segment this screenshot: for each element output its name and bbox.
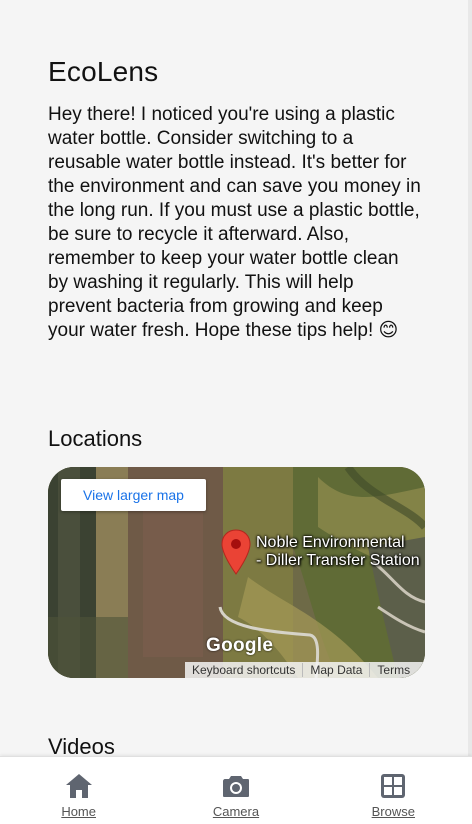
videos-heading: Videos: [48, 734, 115, 756]
place-name-line1: Noble Environmental: [256, 534, 405, 551]
main-content: EcoLens Hey there! I noticed you're usin…: [0, 0, 472, 756]
camera-icon: [222, 776, 249, 797]
google-logo: Google: [206, 635, 274, 656]
map-attribution-bar: Keyboard shortcuts Map Data Terms: [185, 662, 425, 678]
nav-home[interactable]: Home: [29, 757, 129, 819]
home-icon: [65, 774, 92, 798]
tip-text: Hey there! I noticed you're using a plas…: [48, 104, 421, 341]
scroll-edge: [468, 0, 472, 756]
keyboard-shortcuts-link[interactable]: Keyboard shortcuts: [185, 663, 304, 677]
locations-heading: Locations: [48, 426, 143, 451]
place-name-line2: - Diller Transfer Station: [256, 552, 420, 569]
map-pin-icon[interactable]: [221, 529, 251, 575]
browse-grid-icon: [381, 774, 406, 798]
place-label[interactable]: Noble Environmental - Diller Transfer St…: [256, 534, 420, 570]
nav-browse-label: Browse: [371, 804, 415, 819]
bottom-navigation: Home Camera Browse: [0, 756, 472, 824]
terms-link[interactable]: Terms: [370, 663, 417, 677]
app-title: EcoLens: [48, 56, 159, 87]
nav-browse[interactable]: Browse: [343, 757, 443, 819]
nav-home-label: Home: [61, 804, 96, 819]
embedded-map[interactable]: View larger map Noble Environmental - Di…: [48, 467, 425, 678]
view-larger-map-link[interactable]: View larger map: [61, 479, 206, 511]
nav-camera[interactable]: Camera: [186, 757, 286, 819]
map-data-link[interactable]: Map Data: [303, 663, 371, 677]
nav-camera-label: Camera: [212, 804, 260, 819]
